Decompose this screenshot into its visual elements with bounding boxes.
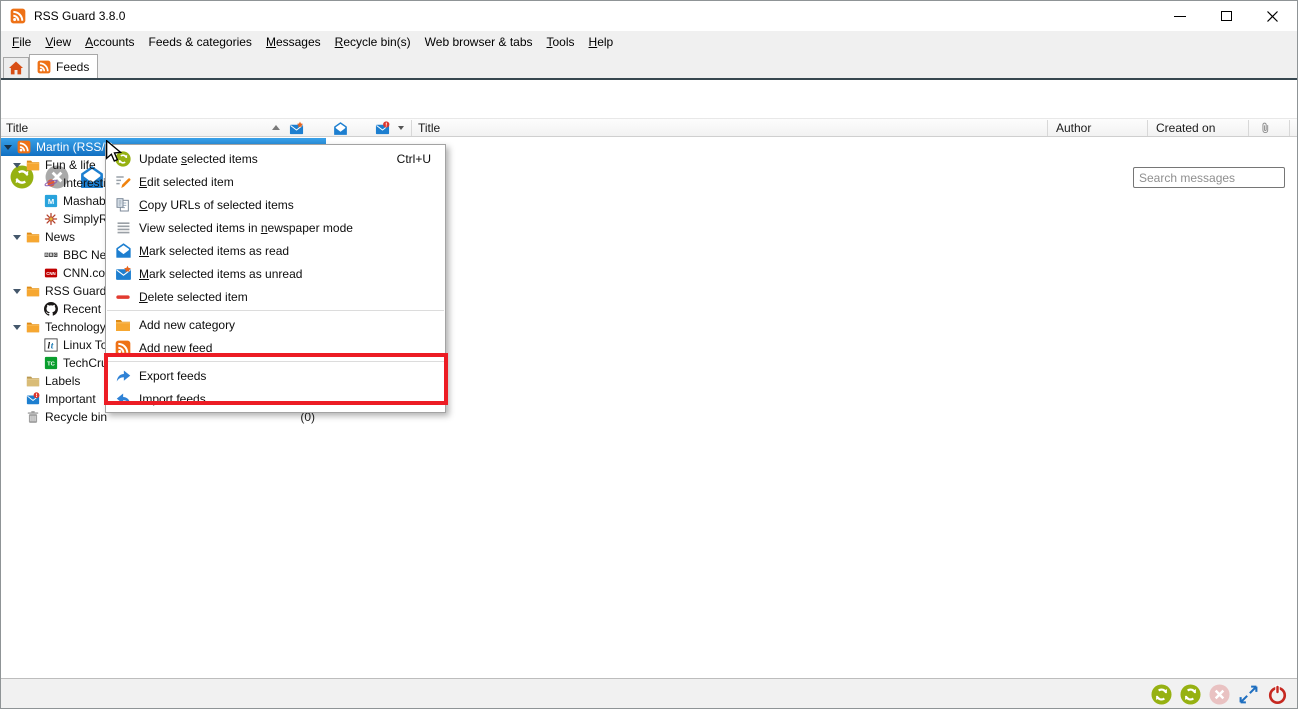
sort-asc-icon [272, 125, 280, 130]
menu-feeds-categories[interactable]: Feeds & categories [142, 31, 259, 53]
folder-icon [26, 284, 40, 298]
maximize-icon [1221, 11, 1232, 21]
maximize-button[interactable] [1203, 1, 1249, 31]
close-icon [1266, 10, 1279, 23]
rss-icon [37, 60, 51, 74]
rss-icon [17, 140, 31, 154]
expander-icon[interactable] [13, 323, 22, 332]
menu-web-browser-tabs[interactable]: Web browser & tabs [418, 31, 540, 53]
tab-home[interactable] [3, 57, 29, 78]
quit-icon[interactable] [1267, 684, 1288, 705]
mashable-icon [44, 194, 58, 208]
folder-icon [26, 320, 40, 334]
tabbar: Feeds [1, 53, 1297, 80]
expander-icon[interactable] [4, 143, 13, 152]
toolbar [1, 80, 1297, 118]
menu-item-export-feeds[interactable]: Export feeds [106, 364, 445, 387]
menu-item-copy-urls[interactable]: Copy URLs of selected items [106, 193, 445, 216]
titlebar: RSS Guard 3.8.0 [1, 1, 1297, 31]
home-icon [8, 60, 24, 76]
menu-help[interactable]: Help [582, 31, 621, 53]
fullscreen-icon[interactable] [1238, 684, 1259, 705]
cnn-icon [44, 266, 58, 280]
window-title: RSS Guard 3.8.0 [34, 9, 125, 23]
message-column-created-on[interactable]: Created on [1156, 121, 1215, 135]
read-envelope-icon[interactable] [333, 121, 348, 136]
search-input[interactable] [1133, 167, 1285, 188]
cancel-update-icon [1209, 684, 1230, 705]
context-menu: Update selected itemsCtrl+U Edit selecte… [105, 144, 446, 413]
update-icon [115, 151, 131, 167]
menu-file[interactable]: File [5, 31, 38, 53]
menu-recycle-bins[interactable]: Recycle bin(s) [328, 31, 418, 53]
menu-view[interactable]: View [38, 31, 78, 53]
expander-icon[interactable] [13, 287, 22, 296]
delete-icon [115, 289, 131, 305]
rss-icon [115, 340, 131, 356]
menu-item-mark-read[interactable]: Mark selected items as read [106, 239, 445, 262]
important-envelope-icon[interactable] [375, 121, 390, 136]
techcrunch-icon [44, 356, 58, 370]
import-arrow-icon [115, 390, 132, 407]
menu-tools[interactable]: Tools [540, 31, 582, 53]
refresh-icon[interactable] [1180, 684, 1201, 705]
menubar: File View Accounts Feeds & categories Me… [1, 31, 1297, 53]
menu-item-mark-unread[interactable]: Mark selected items as unread [106, 262, 445, 285]
app-window: RSS Guard 3.8.0 File View Accounts Feeds… [0, 0, 1298, 709]
feed-column-title[interactable]: Title [6, 121, 28, 135]
edit-icon [115, 174, 131, 190]
flower-icon [44, 212, 58, 226]
shortcut-label: Ctrl+U [397, 152, 431, 166]
menu-item-newspaper-view[interactable]: View selected items in newspaper mode [106, 216, 445, 239]
menu-separator [107, 361, 444, 362]
copy-icon [115, 197, 131, 213]
newspaper-icon [116, 220, 131, 235]
minimize-button[interactable] [1157, 1, 1203, 31]
folder-icon [115, 317, 131, 333]
menu-accounts[interactable]: Accounts [78, 31, 141, 53]
column-picker-caret-icon[interactable] [398, 126, 404, 130]
minimize-icon [1174, 16, 1186, 17]
menu-item-update-selected[interactable]: Update selected itemsCtrl+U [106, 147, 445, 170]
column-headers: Title Title Author Created on [1, 118, 1297, 137]
read-envelope-icon [115, 242, 132, 259]
menu-separator [107, 310, 444, 311]
tab-feeds-label: Feeds [56, 60, 89, 74]
folder-icon [26, 230, 40, 244]
expander-icon[interactable] [13, 161, 22, 170]
statusbar [1, 678, 1297, 709]
expander-icon[interactable] [13, 233, 22, 242]
recycle-bin-icon [26, 410, 40, 424]
export-arrow-icon [115, 367, 132, 384]
refresh-icon[interactable] [1151, 684, 1172, 705]
tab-feeds[interactable]: Feeds [29, 54, 98, 78]
menu-item-edit-selected[interactable]: Edit selected item [106, 170, 445, 193]
menu-item-add-category[interactable]: Add new category [106, 313, 445, 336]
app-logo-rss-icon [10, 8, 26, 24]
message-column-author[interactable]: Author [1056, 121, 1091, 135]
attachment-paperclip-icon[interactable] [1258, 121, 1273, 136]
unread-envelope-star-icon[interactable] [289, 121, 304, 136]
menu-messages[interactable]: Messages [259, 31, 328, 53]
menu-item-delete-selected[interactable]: Delete selected item [106, 285, 445, 308]
menu-item-add-feed[interactable]: Add new feed [106, 336, 445, 359]
bbc-icon [44, 248, 58, 262]
planet-icon [44, 176, 58, 190]
important-envelope-icon [26, 392, 40, 406]
labels-icon [26, 374, 40, 388]
github-icon [44, 302, 58, 316]
menu-item-import-feeds[interactable]: Import feeds [106, 387, 445, 410]
unread-envelope-star-icon [115, 265, 132, 282]
linuxtoday-icon [44, 338, 58, 352]
close-button[interactable] [1249, 1, 1295, 31]
folder-icon [26, 158, 40, 172]
message-column-title[interactable]: Title [418, 121, 440, 135]
